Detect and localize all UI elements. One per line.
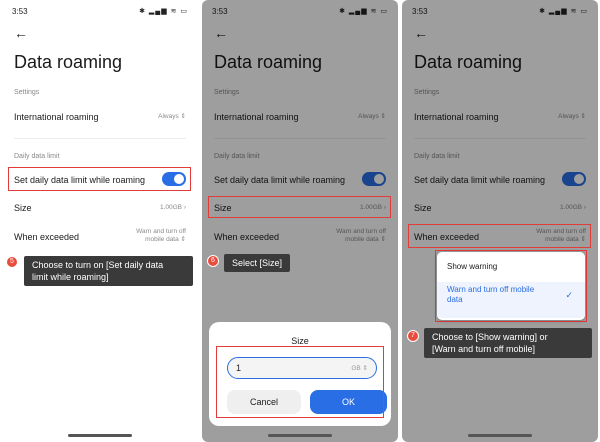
- divider: [414, 138, 586, 139]
- highlight-box: [208, 196, 391, 218]
- page-title: Data roaming: [14, 52, 123, 72]
- international-roaming-label[interactable]: International roaming: [14, 112, 99, 122]
- size-value[interactable]: 1.00GB ›: [160, 204, 186, 212]
- updown-chevron-icon: ⇕: [580, 113, 586, 120]
- highlight-box: [8, 167, 191, 191]
- back-arrow-icon[interactable]: ←: [14, 26, 28, 40]
- when-exceeded-value[interactable]: Warn and turn off mobile data ⇕: [336, 228, 386, 244]
- daily-section-label: Daily data limit: [414, 153, 460, 160]
- when-exceeded-label[interactable]: When exceeded: [214, 232, 279, 242]
- when-exceeded-value-line1: Warn and turn off: [336, 228, 386, 235]
- toggle-knob: [574, 174, 584, 184]
- step-callout-line1: Choose to turn on [Set daily data: [32, 260, 164, 270]
- when-exceeded-value-line2: mobile data: [145, 236, 179, 243]
- international-roaming-label[interactable]: International roaming: [214, 112, 299, 122]
- set-limit-label: Set daily data limit while roaming: [414, 175, 546, 185]
- step-badge: 5: [6, 256, 18, 268]
- status-bar: 3:53 ✱ ▂▄▆ ≋ ▭: [12, 7, 188, 19]
- back-arrow-icon[interactable]: ←: [214, 26, 228, 40]
- updown-chevron-icon: ⇕: [380, 236, 386, 243]
- highlight-box: [408, 224, 591, 248]
- screen-step-6: 3:53 ✱ ▂▄▆ ≋ ▭ ← Data roaming Settings I…: [202, 0, 398, 442]
- updown-chevron-icon: ⇕: [180, 113, 186, 120]
- status-time: 3:53: [412, 7, 428, 16]
- highlight-box: [216, 346, 384, 418]
- page-title: Data roaming: [214, 52, 323, 72]
- settings-section-label: Settings: [14, 89, 40, 96]
- daily-section-label: Daily data limit: [214, 153, 260, 160]
- screen-step-5: 3:53 ✱ ▂▄▆ ≋ ▭ ← Data roaming Settings I…: [2, 0, 198, 442]
- size-dialog-title: Size: [291, 336, 309, 346]
- status-icons: ✱ ▂▄▆ ≋ ▭: [139, 8, 188, 15]
- international-roaming-value-text: Always: [358, 113, 379, 120]
- step-callout: Select [Size]: [224, 254, 291, 272]
- step-badge: 6: [207, 255, 219, 267]
- when-exceeded-value-line2: mobile data: [345, 236, 379, 243]
- size-value-text: 1.00GB: [559, 204, 583, 211]
- status-icons: ✱ ▂▄▆ ≋ ▭: [539, 8, 588, 15]
- divider: [214, 138, 386, 139]
- option-show-warning[interactable]: Show warning: [447, 262, 497, 272]
- when-exceeded-value-line1: Warn and turn off: [136, 228, 186, 235]
- updown-chevron-icon: ⇕: [180, 236, 186, 243]
- status-bar: 3:53 ✱ ▂▄▆ ≋ ▭: [412, 7, 588, 19]
- when-exceeded-value[interactable]: Warn and turn off mobile data ⇕: [136, 228, 186, 244]
- toggle-knob: [374, 174, 384, 184]
- international-roaming-value[interactable]: Always ⇕: [558, 113, 586, 121]
- status-time: 3:53: [12, 7, 28, 16]
- home-indicator: [468, 434, 532, 437]
- status-time: 3:53: [212, 7, 228, 16]
- settings-section-label: Settings: [414, 89, 440, 96]
- daily-section-label: Daily data limit: [14, 153, 60, 160]
- size-label[interactable]: Size: [14, 203, 32, 213]
- settings-section-label: Settings: [214, 89, 240, 96]
- set-limit-label: Set daily data limit while roaming: [214, 175, 346, 185]
- step-callout-line1: Choose to [Show warning] or: [432, 332, 548, 342]
- chevron-right-icon: ›: [183, 204, 186, 211]
- set-limit-toggle[interactable]: [362, 172, 386, 186]
- when-exceeded-label[interactable]: When exceeded: [14, 232, 79, 242]
- status-icons: ✱ ▂▄▆ ≋ ▭: [339, 8, 388, 15]
- option-warn-line2: data: [447, 295, 463, 304]
- international-roaming-value-text: Always: [158, 113, 179, 120]
- international-roaming-value[interactable]: Always ⇕: [358, 113, 386, 121]
- step-callout-line2: limit while roaming]: [32, 272, 109, 282]
- step-callout-line2: [Warn and turn off mobile]: [432, 344, 536, 354]
- checkmark-icon: ✓: [565, 290, 573, 300]
- option-warn-and-turn-off[interactable]: Warn and turn off mobile data: [447, 285, 534, 305]
- home-indicator: [268, 434, 332, 437]
- international-roaming-value-text: Always: [558, 113, 579, 120]
- step-badge: 7: [407, 330, 419, 342]
- step-callout: Choose to [Show warning] or [Warn and tu…: [424, 328, 592, 358]
- page-title: Data roaming: [414, 52, 523, 72]
- option-warn-line1: Warn and turn off mobile: [447, 285, 535, 294]
- home-indicator: [68, 434, 132, 437]
- international-roaming-label[interactable]: International roaming: [414, 112, 499, 122]
- back-arrow-icon[interactable]: ←: [414, 26, 428, 40]
- size-value[interactable]: 1.00GB ›: [560, 204, 586, 212]
- chevron-right-icon: ›: [583, 204, 586, 211]
- screen-step-7: 3:53 ✱ ▂▄▆ ≋ ▭ ← Data roaming Settings I…: [402, 0, 598, 442]
- divider: [14, 138, 186, 139]
- international-roaming-value[interactable]: Always ⇕: [158, 113, 186, 121]
- size-value-text: 1.00GB: [159, 204, 183, 211]
- set-limit-toggle[interactable]: [562, 172, 586, 186]
- step-callout-line1: Select [Size]: [232, 258, 283, 268]
- updown-chevron-icon: ⇕: [380, 113, 386, 120]
- step-callout: Choose to turn on [Set daily data limit …: [24, 256, 193, 286]
- size-label[interactable]: Size: [414, 203, 432, 213]
- status-bar: 3:53 ✱ ▂▄▆ ≋ ▭: [212, 7, 388, 19]
- when-exceeded-dropdown: Show warning Warn and turn off mobile da…: [437, 252, 585, 320]
